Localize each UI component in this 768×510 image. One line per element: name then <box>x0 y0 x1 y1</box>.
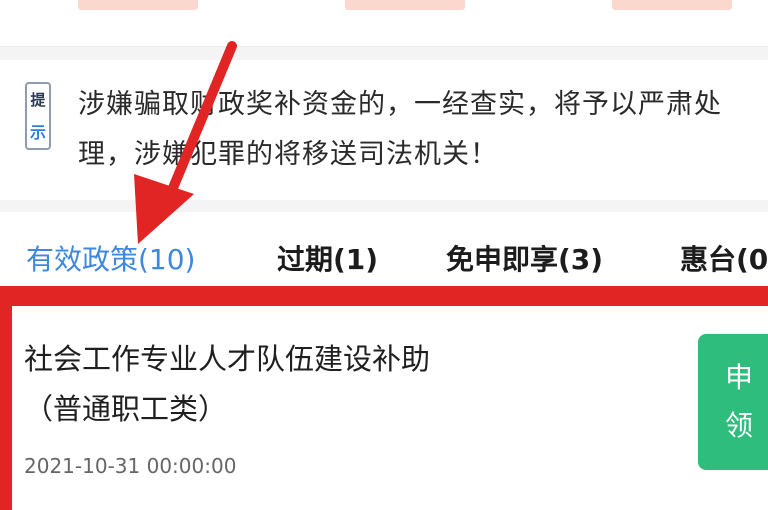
tab-expired[interactable]: 过期(1) <box>277 238 378 278</box>
stat-placeholder-1 <box>78 0 198 10</box>
notice-badge-text-1: 提 <box>30 90 46 109</box>
notice-panel: 提 示 涉嫌骗取财政奖补资金的，一经查实，将予以严肃处 理，涉嫌犯罪的将移送司法… <box>0 60 768 200</box>
notice-text: 涉嫌骗取财政奖补资金的，一经查实，将予以严肃处 理，涉嫌犯罪的将移送司法机关！ <box>78 80 768 180</box>
policy-date: 2021-10-31 00:00:00 <box>24 454 237 478</box>
stat-placeholder-3 <box>612 0 732 10</box>
stat-placeholder-2 <box>345 0 465 10</box>
notice-line-2: 理，涉嫌犯罪的将移送司法机关！ <box>78 139 498 170</box>
policy-tabs: 有效政策(10) 过期(1) 免申即享(3) 惠台(0 <box>0 212 768 286</box>
policy-title: 社会工作专业人才队伍建设补助 （普通职工类） <box>24 334 674 434</box>
tab-valid-policies[interactable]: 有效政策(10) <box>26 238 195 278</box>
policy-title-line-1: 社会工作专业人才队伍建设补助 <box>24 342 431 376</box>
notice-badge-text-2: 示 <box>29 123 46 143</box>
tab-taiwan-benefits[interactable]: 惠台(0 <box>680 238 768 278</box>
apply-button-text-2: 领 <box>724 409 753 442</box>
apply-button-text-1: 申 <box>724 361 753 394</box>
top-stats-strip <box>0 0 768 47</box>
notice-line-1: 涉嫌骗取财政奖补资金的，一经查实，将予以严肃处 <box>78 89 722 120</box>
tab-no-application[interactable]: 免申即享(3) <box>446 238 603 278</box>
apply-button[interactable]: 申 领 <box>698 334 768 470</box>
notice-badge-icon: 提 示 <box>25 82 51 150</box>
policy-title-line-2: （普通职工类） <box>24 392 228 426</box>
policy-card[interactable]: 社会工作专业人才队伍建设补助 （普通职工类） 2021-10-31 00:00:… <box>12 306 768 510</box>
